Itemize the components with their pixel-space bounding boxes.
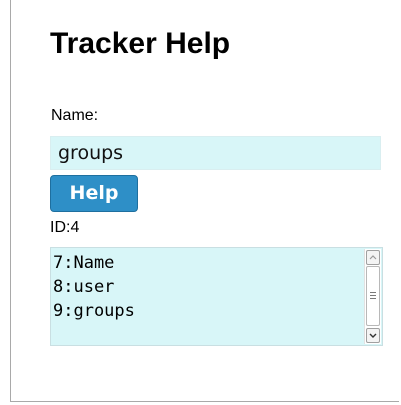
chevron-up-icon [369,255,377,260]
list-item: 8:user [53,277,115,297]
results-listbox[interactable]: 7:Name 8:user 9:groups [50,247,383,346]
results-scrollbar[interactable] [364,249,381,344]
page-title: Tracker Help [50,27,231,60]
grip-lines-icon [370,292,376,299]
scroll-thumb[interactable] [366,266,380,326]
id-label: ID: [50,219,71,236]
list-item: 7:Name [53,253,115,273]
id-value: 4 [70,219,80,236]
name-label: Name: [51,107,99,124]
scroll-up-button[interactable] [366,250,380,265]
list-item: 9:groups [53,301,135,321]
scroll-down-button[interactable] [366,328,380,343]
results-list: 7:Name 8:user 9:groups [53,251,135,323]
chevron-down-icon [369,333,377,338]
name-input[interactable] [50,136,381,170]
id-display: ID:4 [50,218,79,238]
help-button[interactable]: Help [50,175,138,212]
